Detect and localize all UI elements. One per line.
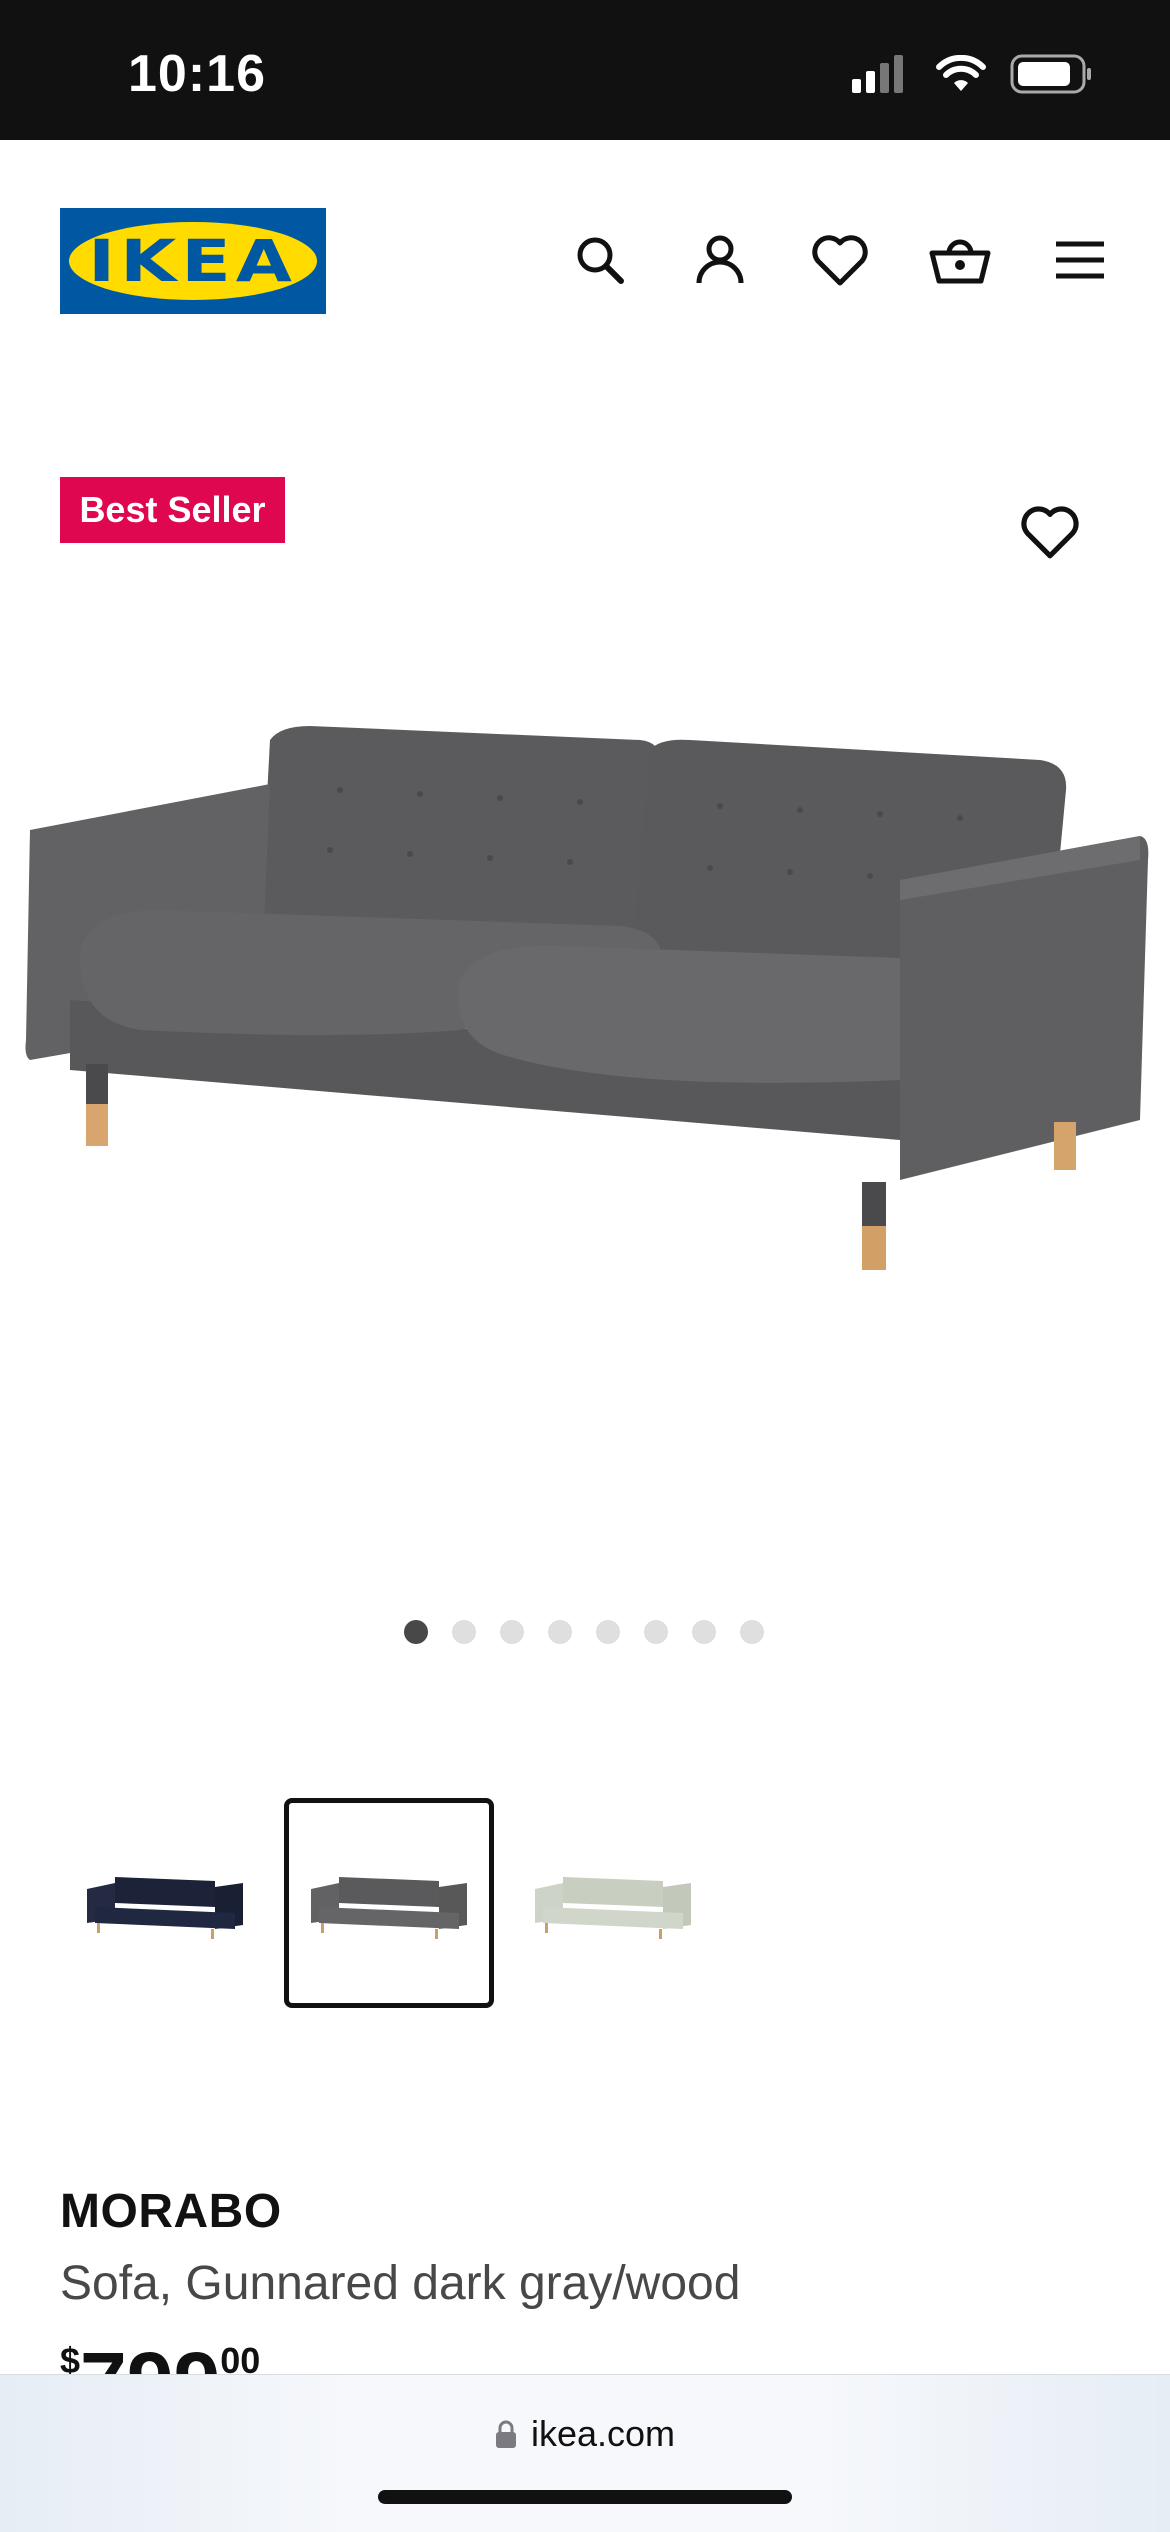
product-name: MORABO bbox=[60, 2185, 282, 2238]
carousel-dot[interactable] bbox=[500, 1620, 524, 1644]
heart-icon[interactable] bbox=[808, 228, 872, 292]
status-bar: 10:16 bbox=[0, 0, 1170, 140]
carousel-dots bbox=[404, 1620, 764, 1644]
signal-icon bbox=[852, 55, 903, 93]
color-variants bbox=[60, 1798, 718, 2008]
heart-icon bbox=[1021, 506, 1079, 559]
sofa-thumbnail bbox=[535, 1877, 691, 1939]
price-currency: $ bbox=[60, 2340, 81, 2376]
url-text: ikea.com bbox=[530, 2413, 676, 2454]
product-description: Sofa, Gunnared dark gray/wood bbox=[60, 2257, 741, 2310]
basket-icon[interactable] bbox=[928, 228, 992, 292]
menu-icon[interactable] bbox=[1048, 228, 1112, 292]
carousel-dot[interactable] bbox=[548, 1620, 572, 1644]
carousel-dot[interactable] bbox=[452, 1620, 476, 1644]
sofa-thumbnail bbox=[311, 1877, 467, 1939]
carousel-dot[interactable] bbox=[740, 1620, 764, 1644]
status-time: 10:16 bbox=[128, 45, 266, 103]
url-display[interactable]: ikea.com bbox=[0, 2413, 1170, 2455]
status-icons bbox=[852, 54, 1092, 94]
battery-icon bbox=[1010, 54, 1091, 94]
site-header: IKEA bbox=[0, 140, 1170, 380]
account-icon[interactable] bbox=[688, 228, 752, 292]
carousel-dot[interactable] bbox=[692, 1620, 716, 1644]
product-price: $79900 bbox=[60, 2340, 260, 2376]
home-indicator[interactable] bbox=[378, 2490, 792, 2504]
header-icons bbox=[0, 228, 1170, 298]
wifi-icon bbox=[936, 55, 986, 91]
carousel-dot[interactable] bbox=[404, 1620, 428, 1644]
lock-icon bbox=[495, 2420, 516, 2448]
variant-thumb-dark-gray[interactable] bbox=[284, 1798, 494, 2008]
browser-url-bar[interactable]: ikea.com bbox=[0, 2374, 1170, 2532]
best-seller-badge: Best Seller bbox=[60, 477, 285, 543]
add-to-favorites-button[interactable] bbox=[1020, 504, 1080, 564]
variant-thumb-light-green[interactable] bbox=[508, 1798, 718, 2008]
variant-thumb-dark-blue[interactable] bbox=[60, 1798, 270, 2008]
price-decimal: 00 bbox=[220, 2340, 261, 2376]
carousel-dot[interactable] bbox=[644, 1620, 668, 1644]
price-integer: 799 bbox=[80, 2340, 220, 2376]
sofa-thumbnail bbox=[87, 1877, 243, 1939]
search-icon[interactable] bbox=[568, 228, 632, 292]
carousel-dot[interactable] bbox=[596, 1620, 620, 1644]
product-image[interactable] bbox=[20, 720, 1150, 1280]
